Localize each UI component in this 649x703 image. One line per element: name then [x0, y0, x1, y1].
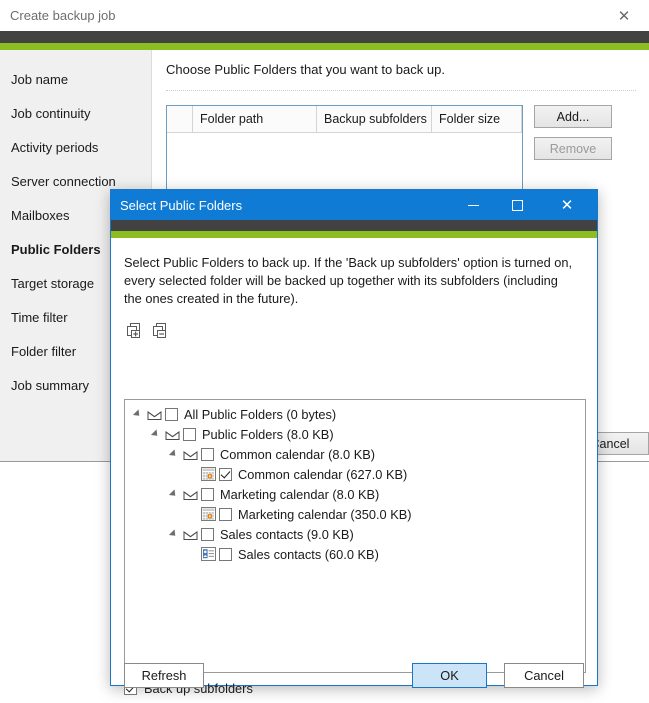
ok-button[interactable]: OK	[412, 663, 487, 688]
tree-row[interactable]: Marketing calendar (8.0 KB)	[125, 484, 585, 504]
sidebar-item-label: Public Folders	[11, 241, 101, 257]
public-folders-tree[interactable]: All Public Folders (0 bytes) Public Fold…	[124, 399, 586, 673]
table-col-check	[167, 106, 193, 132]
sidebar-item-label: Job continuity	[11, 105, 91, 121]
tree-checkbox[interactable]	[219, 547, 232, 561]
sidebar-item-label: Activity periods	[11, 139, 99, 155]
tree-row[interactable]: All Public Folders (0 bytes)	[125, 404, 585, 424]
tree-row-label: Marketing calendar (8.0 KB)	[220, 486, 380, 502]
tree-row-label: Marketing calendar (350.0 KB)	[238, 506, 412, 522]
page-instruction: Choose Public Folders that you want to b…	[166, 62, 445, 77]
tree-row-label: Common calendar (627.0 KB)	[238, 466, 408, 482]
calendar-icon	[199, 466, 217, 482]
dialog-titlebar: Select Public Folders ✕	[111, 190, 597, 220]
folder-envelope-icon	[181, 526, 199, 542]
divider	[166, 90, 636, 91]
tree-row-label: Sales contacts (9.0 KB)	[220, 526, 354, 542]
tree-row[interactable]: Marketing calendar (350.0 KB)	[125, 504, 585, 524]
tree-checkbox[interactable]	[201, 527, 214, 541]
window-titlebar: Create backup job ✕	[0, 0, 649, 31]
expander-icon	[183, 464, 199, 484]
folder-envelope-icon	[145, 406, 163, 422]
tree-checkbox[interactable]	[201, 447, 214, 461]
dialog-green-accent-bar	[111, 231, 597, 238]
expander-icon	[183, 544, 199, 564]
tree-row[interactable]: Sales contacts (9.0 KB)	[125, 524, 585, 544]
tree-row[interactable]: Sales contacts (60.0 KB)	[125, 544, 585, 564]
add-button[interactable]: Add...	[534, 105, 612, 128]
expander-icon[interactable]	[147, 424, 163, 444]
tree-checkbox[interactable]	[219, 467, 232, 481]
dialog-title: Select Public Folders	[120, 197, 243, 213]
tree-checkbox[interactable]	[219, 507, 232, 521]
tree-toolbar	[124, 321, 597, 340]
minimize-icon[interactable]	[453, 190, 493, 220]
table-col-backup-subfolders: Backup subfolders	[317, 106, 432, 132]
tree-checkbox[interactable]	[183, 427, 196, 441]
expander-icon	[183, 504, 199, 524]
calendar-icon	[199, 506, 217, 522]
cancel-button[interactable]: Cancel	[504, 663, 584, 688]
dialog-body: Select Public Folders to back up. If the…	[111, 254, 597, 703]
expand-all-icon[interactable]	[124, 321, 143, 340]
dark-accent-bar	[0, 31, 649, 43]
select-public-folders-dialog: Select Public Folders ✕ Select Public Fo…	[110, 189, 598, 696]
table-header-row: Folder path Backup subfolders Folder siz…	[167, 106, 522, 133]
close-icon[interactable]: ✕	[547, 190, 587, 220]
sidebar-item-label: Time filter	[11, 309, 68, 325]
remove-button[interactable]: Remove	[534, 137, 612, 160]
expander-icon[interactable]	[165, 484, 181, 504]
dialog-description: Select Public Folders to back up. If the…	[124, 255, 573, 306]
tree-row-label: Sales contacts (60.0 KB)	[238, 546, 379, 562]
green-accent-bar	[0, 43, 649, 50]
tree-checkbox[interactable]	[201, 487, 214, 501]
folder-envelope-icon	[181, 486, 199, 502]
folder-envelope-icon	[181, 446, 199, 462]
table-col-folder-path: Folder path	[193, 106, 317, 132]
sidebar-item-label: Job summary	[11, 377, 90, 393]
sidebar-item-label: Folder filter	[11, 343, 77, 359]
sidebar-item-job-continuity[interactable]: Job continuity	[0, 96, 151, 130]
expander-icon[interactable]	[165, 524, 181, 544]
tree-row-label: Public Folders (8.0 KB)	[202, 426, 334, 442]
window-title: Create backup job	[10, 8, 116, 23]
dialog-footer: Refresh OK Cancel	[111, 647, 597, 703]
tree-row-label: Common calendar (8.0 KB)	[220, 446, 376, 462]
folder-envelope-icon	[163, 426, 181, 442]
dialog-dark-accent-bar	[111, 220, 597, 231]
sidebar-item-job-name[interactable]: Job name	[0, 62, 151, 96]
sidebar-item-label: Target storage	[11, 275, 95, 291]
collapse-all-icon[interactable]	[150, 321, 169, 340]
sidebar-item-label: Mailboxes	[11, 207, 70, 223]
contacts-icon	[199, 546, 217, 562]
table-col-folder-size: Folder size	[432, 106, 522, 132]
refresh-button[interactable]: Refresh	[124, 663, 204, 688]
tree-row-label: All Public Folders (0 bytes)	[184, 406, 337, 422]
tree-checkbox[interactable]	[165, 407, 178, 421]
maximize-icon[interactable]	[497, 190, 537, 220]
tree-row[interactable]: Public Folders (8.0 KB)	[125, 424, 585, 444]
tree-row[interactable]: Common calendar (8.0 KB)	[125, 444, 585, 464]
sidebar-item-label: Job name	[11, 71, 69, 87]
close-icon[interactable]: ✕	[609, 5, 639, 27]
sidebar-item-activity-periods[interactable]: Activity periods	[0, 130, 151, 164]
expander-icon[interactable]	[165, 444, 181, 464]
expander-icon[interactable]	[129, 404, 145, 424]
tree-row[interactable]: Common calendar (627.0 KB)	[125, 464, 585, 484]
sidebar-item-label: Server connection	[11, 173, 116, 189]
